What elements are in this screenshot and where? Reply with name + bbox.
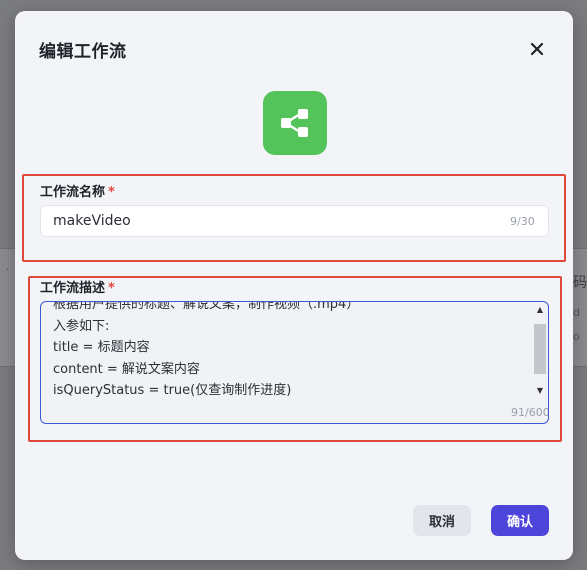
close-button[interactable] [523, 35, 551, 63]
background-divider [573, 366, 587, 367]
description-char-counter: 91/600 [511, 406, 549, 419]
description-line: title = 标题内容 [53, 340, 150, 355]
background-fragment: · [6, 265, 10, 276]
background-text: d [573, 306, 580, 319]
background-divider [0, 366, 16, 367]
description-line: 根据用户提供的标题、解说文案，制作视频（.mp4） [53, 301, 360, 312]
workflow-name-input[interactable] [53, 206, 473, 236]
description-line: content = 解说文案内容 [53, 361, 200, 377]
confirm-button[interactable]: 确认 [491, 505, 549, 536]
workflow-avatar [263, 91, 327, 155]
name-label-text: 工作流名称 [40, 185, 106, 200]
background-text: 码 [573, 275, 587, 291]
required-mark: * [108, 281, 115, 296]
cancel-button[interactable]: 取消 [413, 505, 471, 536]
textarea-scrollbar[interactable]: ▲ ▼ [533, 302, 547, 402]
required-mark: * [108, 185, 115, 200]
name-label: 工作流名称 * [40, 181, 115, 200]
background-divider [0, 248, 16, 249]
description-content: 根据用户提供的标题、解说文案，制作视频（.mp4） 入参如下: title = … [53, 301, 523, 402]
close-icon [530, 42, 544, 56]
dialog-title: 编辑工作流 [39, 42, 127, 62]
scroll-up-arrow-icon[interactable]: ▲ [535, 305, 545, 315]
background-divider [573, 248, 587, 249]
workflow-description-textarea[interactable]: 根据用户提供的标题、解说文案，制作视频（.mp4） 入参如下: title = … [40, 301, 549, 424]
scrollbar-thumb[interactable] [534, 324, 546, 374]
workflow-share-icon [281, 109, 308, 137]
scroll-down-arrow-icon[interactable]: ▼ [535, 386, 545, 396]
workflow-name-field[interactable]: 9/30 [40, 205, 549, 237]
description-line: isQueryStatus = true(仅查询制作进度) [53, 383, 292, 398]
edit-workflow-dialog: 编辑工作流 工作流名称* 9/30 工作流描述* 根据用户提供的标题、解说文案，… [15, 11, 573, 560]
description-label: 工作流描述 * [40, 277, 115, 296]
description-line: 入参如下: [53, 318, 110, 334]
background-text: o [573, 330, 580, 343]
name-char-counter: 9/30 [510, 215, 535, 228]
description-label-text: 工作流描述 [40, 281, 106, 296]
